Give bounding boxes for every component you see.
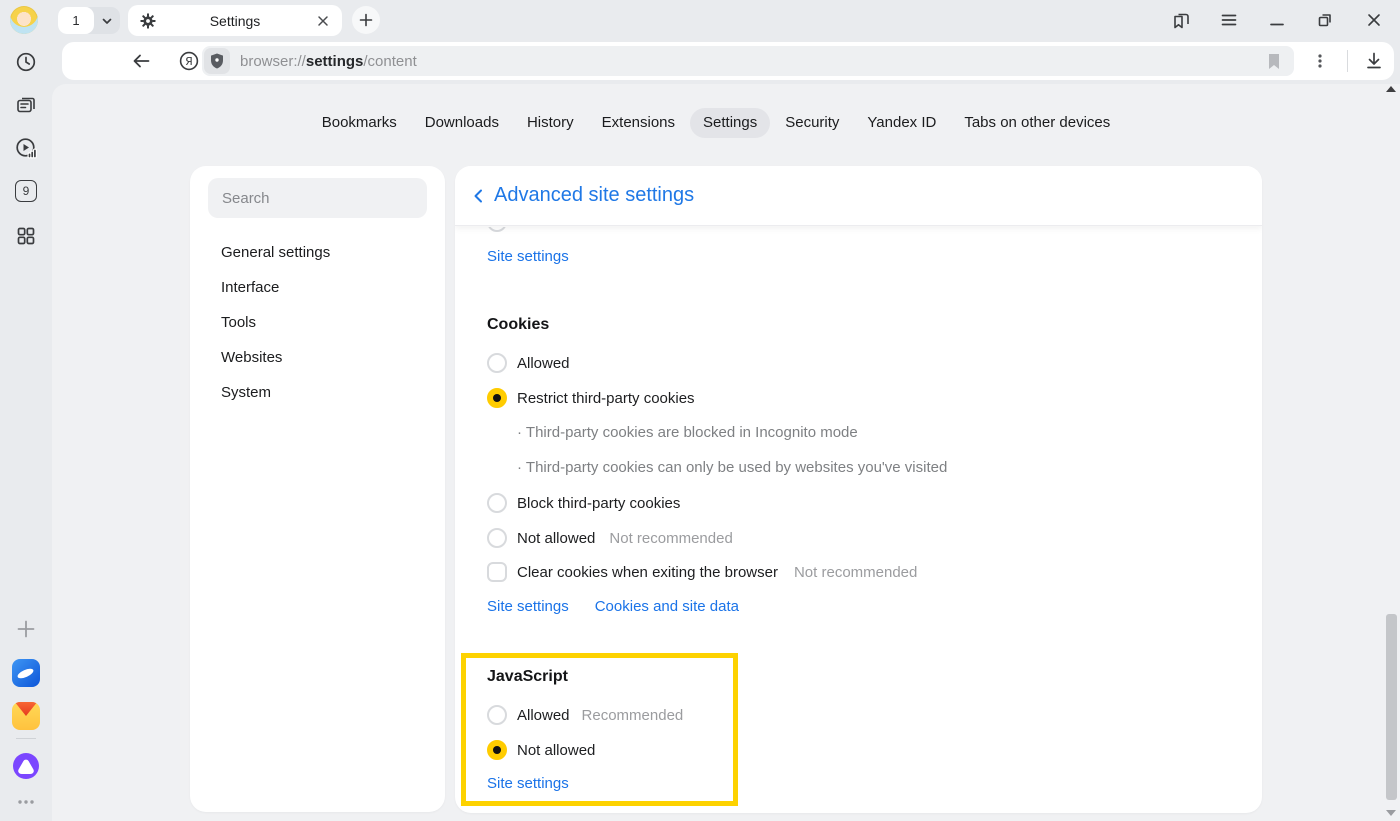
radio-selected-icon[interactable] — [487, 388, 507, 408]
cookies-option-restrict[interactable]: Restrict third-party cookies — [487, 386, 695, 410]
javascript-option-allowed[interactable]: Allowed Recommended — [487, 703, 683, 727]
mail-app-icon[interactable] — [12, 702, 40, 730]
javascript-site-settings-link[interactable]: Site settings — [487, 775, 569, 792]
sidebar-item-interface[interactable]: Interface — [221, 277, 279, 299]
new-tab-button[interactable] — [352, 6, 380, 34]
nav-item-history[interactable]: History — [514, 108, 587, 138]
sidebar-item-general[interactable]: General settings — [221, 242, 330, 264]
profile-avatar[interactable] — [10, 6, 38, 34]
cookies-note-incognito: Third-party cookies are blocked in Incog… — [517, 423, 858, 443]
bookmark-flag-icon[interactable] — [1267, 53, 1281, 70]
panel-body: Site settings Cookies Allowed Restrict t… — [455, 227, 1262, 813]
javascript-option-not-allowed[interactable]: Not allowed — [487, 738, 595, 762]
recommended-hint: Recommended — [582, 707, 684, 724]
add-panel-icon[interactable] — [12, 615, 40, 643]
tab-close-icon[interactable] — [314, 12, 332, 30]
url-text: browser://settings/content — [240, 53, 417, 70]
back-chevron-icon[interactable] — [470, 187, 488, 205]
advanced-site-settings-panel: Advanced site settings Site settings Coo… — [455, 166, 1262, 813]
tab-count[interactable]: 1 — [58, 7, 94, 34]
cookies-option-allowed[interactable]: Allowed — [487, 351, 570, 375]
radio-selected-icon[interactable] — [487, 740, 507, 760]
sidebar-item-websites[interactable]: Websites — [221, 347, 282, 369]
settings-page: Bookmarks Downloads History Extensions S… — [52, 84, 1400, 821]
javascript-section-title: JavaScript — [487, 668, 568, 686]
nav-item-yandex-id[interactable]: Yandex ID — [854, 108, 949, 138]
minimize-icon[interactable] — [1265, 8, 1289, 32]
cookies-clear-on-exit-checkbox-row[interactable]: Clear cookies when exiting the browser N… — [487, 560, 917, 584]
tab-counter[interactable]: 1 — [58, 7, 120, 34]
tab-title: Settings — [156, 13, 314, 29]
scrollbar-thumb[interactable] — [1386, 614, 1397, 800]
cookies-note-visited: Third-party cookies can only be used by … — [517, 458, 947, 478]
browser-tab[interactable]: Settings — [128, 5, 342, 36]
back-icon[interactable] — [129, 49, 153, 73]
scrollbar-down-arrow[interactable] — [1386, 810, 1396, 816]
left-rail: 9 — [0, 40, 52, 821]
panel-header[interactable]: Advanced site settings — [455, 166, 1262, 226]
tab-groups-count: 9 — [15, 180, 37, 202]
cookies-and-site-data-link[interactable]: Cookies and site data — [595, 598, 739, 615]
cookies-links: Site settings Cookies and site data — [487, 598, 739, 615]
radio-icon[interactable] — [487, 353, 507, 373]
search-input[interactable] — [208, 178, 427, 218]
download-icon[interactable] — [1362, 49, 1386, 73]
media-icon[interactable] — [12, 134, 40, 162]
close-window-icon[interactable] — [1362, 8, 1386, 32]
side-panels-icon[interactable] — [1169, 8, 1193, 32]
browser-app-icon[interactable] — [12, 659, 40, 687]
yandex-search-icon[interactable]: Я — [177, 49, 201, 73]
page-title: Advanced site settings — [494, 184, 694, 207]
kebab-menu-icon[interactable] — [1308, 49, 1332, 73]
site-settings-link-top[interactable]: Site settings — [487, 248, 569, 265]
more-options-icon[interactable] — [12, 788, 40, 816]
restore-window-icon[interactable] — [1313, 8, 1337, 32]
not-recommended-hint: Not recommended — [609, 530, 732, 547]
nav-item-extensions[interactable]: Extensions — [589, 108, 688, 138]
feed-icon[interactable] — [12, 91, 40, 119]
nav-item-settings[interactable]: Settings — [690, 108, 770, 138]
cookies-section-title: Cookies — [487, 316, 549, 334]
radio-icon[interactable] — [487, 493, 507, 513]
apps-grid-icon[interactable] — [12, 222, 40, 250]
nav-item-downloads[interactable]: Downloads — [412, 108, 512, 138]
scrollbar-up-arrow[interactable] — [1386, 86, 1396, 92]
address-bar[interactable]: browser://settings/content — [202, 46, 1294, 76]
not-recommended-hint: Not recommended — [794, 564, 917, 581]
sidebar-item-tools[interactable]: Tools — [221, 312, 256, 334]
cookies-option-not-allowed[interactable]: Not allowed Not recommended — [487, 526, 733, 550]
nav-item-security[interactable]: Security — [772, 108, 852, 138]
checkbox-icon[interactable] — [487, 562, 507, 582]
toolbar: Я browser://settings/content — [62, 42, 1394, 80]
site-settings-link[interactable]: Site settings — [487, 598, 569, 615]
protect-shield-icon[interactable] — [204, 48, 230, 74]
history-icon[interactable] — [12, 48, 40, 76]
toolbar-divider — [1347, 50, 1348, 72]
nav-item-bookmarks[interactable]: Bookmarks — [309, 108, 410, 138]
clipped-radio[interactable] — [487, 227, 507, 232]
cookies-option-block-third-party[interactable]: Block third-party cookies — [487, 491, 680, 515]
radio-icon[interactable] — [487, 705, 507, 725]
radio-icon[interactable] — [487, 528, 507, 548]
gear-icon — [140, 13, 156, 29]
alice-assistant-icon[interactable] — [12, 752, 40, 780]
sidebar-item-system[interactable]: System — [221, 382, 271, 404]
settings-nav: Bookmarks Downloads History Extensions S… — [52, 108, 1380, 138]
javascript-highlight-box: JavaScript Allowed Recommended Not allow… — [461, 653, 738, 806]
svg-text:Я: Я — [185, 55, 193, 68]
menu-icon[interactable] — [1217, 8, 1241, 32]
settings-sidebar: General settings Interface Tools Website… — [190, 166, 445, 812]
rail-divider — [16, 738, 36, 739]
nav-item-tabs-other-devices[interactable]: Tabs on other devices — [951, 108, 1123, 138]
tab-groups-badge[interactable]: 9 — [12, 177, 40, 205]
